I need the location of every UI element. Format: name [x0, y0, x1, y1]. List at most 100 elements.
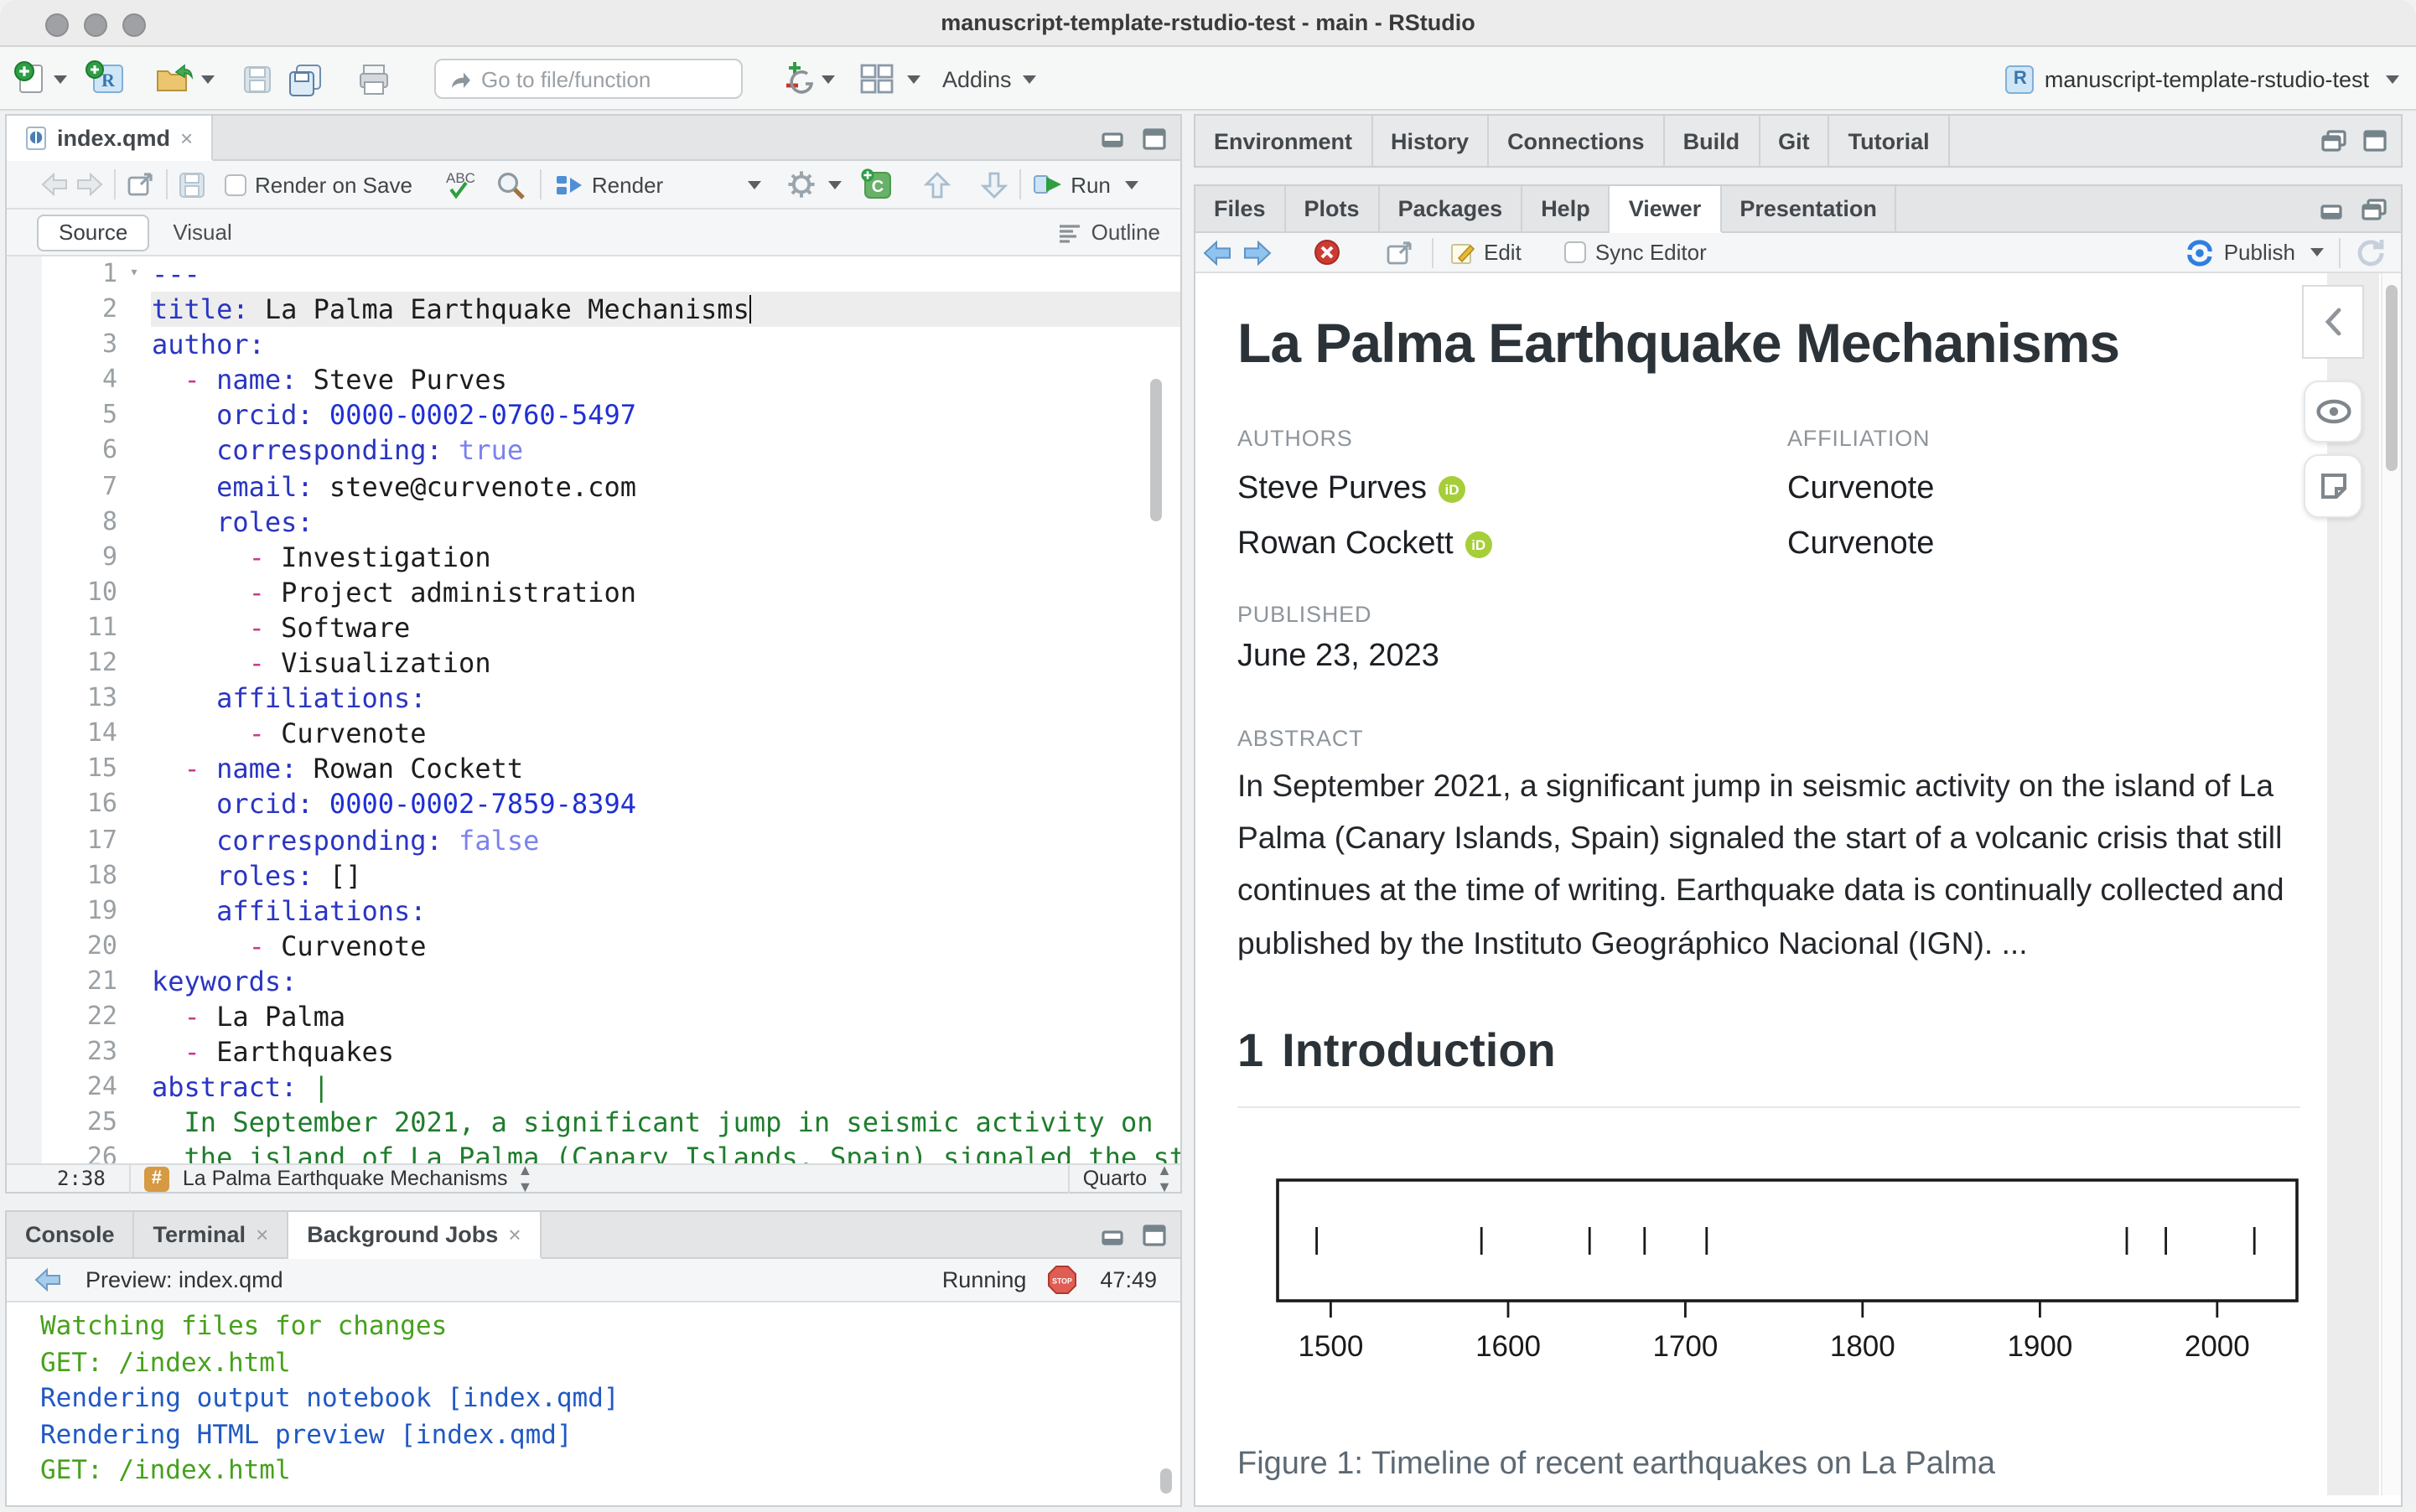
code-line[interactable]: 11 - Software	[7, 610, 1180, 645]
editor-scrollbar[interactable]	[1150, 379, 1162, 521]
new-file-menu-caret[interactable]	[54, 47, 67, 111]
project-menu[interactable]: R manuscript-template-rstudio-test	[2006, 47, 2399, 111]
run-previous-icon[interactable]	[923, 170, 950, 199]
stop-job-icon[interactable]: STOP	[1046, 1264, 1078, 1296]
minimize-pane-icon[interactable]	[1102, 127, 1127, 149]
code-editor[interactable]: 1▾---2title: La Palma Earthquake Mechani…	[7, 256, 1180, 1163]
code-line[interactable]: 2title: La Palma Earthquake Mechanisms	[7, 292, 1180, 327]
save-all-button[interactable]	[285, 47, 325, 111]
code-line[interactable]: 23 - Earthquakes	[7, 1034, 1180, 1069]
save-doc-icon[interactable]	[178, 170, 206, 199]
code-line[interactable]: 4 - name: Steve Purves	[7, 363, 1180, 398]
render-on-save-checkbox[interactable]	[225, 173, 246, 195]
restore-pane-icon[interactable]	[2361, 198, 2387, 221]
new-project-button[interactable]: R	[84, 47, 127, 111]
source-mode-button[interactable]: Source	[37, 214, 149, 251]
spellcheck-icon[interactable]: ABC	[443, 168, 480, 201]
restore-pane-icon[interactable]	[2320, 129, 2347, 153]
code-line[interactable]: 14 - Curvenote	[7, 716, 1180, 751]
maximize-pane-icon[interactable]	[2362, 129, 2387, 153]
tab-viewer[interactable]: Viewer	[1610, 186, 1722, 233]
back-icon[interactable]	[40, 173, 69, 196]
visual-mode-button[interactable]: Visual	[173, 220, 231, 245]
tab-console[interactable]: Console	[7, 1212, 135, 1257]
panes-layout-button[interactable]	[858, 47, 895, 111]
code-line[interactable]: 18 roles: []	[7, 857, 1180, 893]
publish-button[interactable]: Publish	[2185, 239, 2295, 266]
orcid-icon[interactable]: iD	[1465, 532, 1492, 559]
viewer-scrollbar-track[interactable]	[2381, 273, 2401, 1495]
run-button[interactable]: Run	[1032, 172, 1111, 197]
tab-build[interactable]: Build	[1665, 116, 1760, 166]
language-mode[interactable]: Quarto	[1083, 1167, 1147, 1190]
minimize-pane-icon[interactable]	[1102, 1225, 1127, 1246]
render-button[interactable]: Render	[555, 172, 663, 197]
print-button[interactable]	[355, 47, 392, 111]
version-control-caret[interactable]	[822, 47, 835, 111]
code-line[interactable]: 5 orcid: 0000-0002-0760-5497	[7, 398, 1180, 433]
code-line[interactable]: 25 In September 2021, a significant jump…	[7, 1106, 1180, 1141]
panes-layout-caret[interactable]	[907, 47, 920, 111]
code-line[interactable]: 26 the island of La Palma (Canary Island…	[7, 1141, 1180, 1163]
code-line[interactable]: 12 - Visualization	[7, 645, 1180, 681]
viewer-refresh-icon[interactable]	[2356, 237, 2386, 267]
goto-file-search[interactable]: Go to file/function	[434, 59, 743, 99]
render-on-save-toggle[interactable]: Render on Save	[225, 172, 412, 197]
close-terminal-icon[interactable]: ×	[256, 1222, 268, 1247]
new-file-button[interactable]	[13, 47, 45, 111]
viewer-popout-icon[interactable]	[1385, 239, 1415, 266]
sync-editor-checkbox[interactable]	[1565, 241, 1587, 263]
version-control-button[interactable]	[780, 47, 813, 111]
publish-caret[interactable]	[2310, 248, 2324, 256]
gear-caret[interactable]	[827, 180, 841, 189]
tab-background-jobs[interactable]: Background Jobs×	[288, 1212, 541, 1259]
tab-history[interactable]: History	[1372, 116, 1489, 166]
run-next-icon[interactable]	[980, 170, 1007, 199]
open-file-button[interactable]	[154, 47, 194, 111]
tab-terminal[interactable]: Terminal×	[135, 1212, 289, 1257]
jobs-output[interactable]: Watching files for changesGET: /index.ht…	[7, 1302, 1180, 1505]
maximize-pane-icon[interactable]	[1142, 1224, 1167, 1247]
viewer-scrollbar-thumb[interactable]	[2386, 285, 2398, 471]
code-line[interactable]: 10 - Project administration	[7, 575, 1180, 610]
sync-editor-toggle[interactable]: Sync Editor	[1565, 240, 1707, 265]
appearance-button[interactable]	[2304, 381, 2362, 443]
code-line[interactable]: 3author:	[7, 327, 1180, 362]
code-line[interactable]: 15 - name: Rowan Cockett	[7, 752, 1180, 787]
forward-icon[interactable]	[75, 173, 104, 196]
viewer-back-icon[interactable]	[1202, 239, 1232, 266]
mode-selector-arrows[interactable]: ▲▼	[1157, 1162, 1170, 1195]
find-replace-icon[interactable]	[495, 168, 526, 200]
insert-chunk-icon[interactable]: C	[859, 168, 893, 201]
jobs-back-icon[interactable]	[34, 1267, 62, 1292]
code-line[interactable]: 17 corresponding: false	[7, 822, 1180, 857]
code-line[interactable]: 21keywords:	[7, 964, 1180, 999]
tab-files[interactable]: Files	[1195, 186, 1286, 231]
tab-tutorial[interactable]: Tutorial	[1830, 116, 1950, 166]
notes-button[interactable]	[2304, 454, 2362, 518]
tab-index-qmd[interactable]: index.qmd ×	[7, 116, 213, 161]
tab-packages[interactable]: Packages	[1380, 186, 1523, 231]
code-line[interactable]: 22 - La Palma	[7, 999, 1180, 1034]
code-line[interactable]: 9 - Investigation	[7, 540, 1180, 575]
code-line[interactable]: 6 corresponding: true	[7, 433, 1180, 469]
code-line[interactable]: 20 - Curvenote	[7, 929, 1180, 964]
code-line[interactable]: 24abstract: |	[7, 1069, 1180, 1105]
code-line[interactable]: 13 affiliations:	[7, 681, 1180, 716]
tab-plots[interactable]: Plots	[1286, 186, 1380, 231]
save-button[interactable]	[241, 47, 273, 111]
outline-toggle[interactable]: Outline	[1058, 220, 1160, 245]
addins-menu[interactable]: Addins	[942, 47, 1037, 111]
viewer-stop-icon[interactable]	[1313, 238, 1341, 267]
show-in-new-window-icon[interactable]	[126, 171, 156, 198]
orcid-icon[interactable]: iD	[1439, 477, 1465, 504]
render-options-caret[interactable]	[747, 180, 760, 189]
run-caret[interactable]	[1126, 180, 1139, 189]
close-tab-icon[interactable]: ×	[180, 125, 193, 150]
code-line[interactable]: 19 affiliations:	[7, 893, 1180, 928]
maximize-pane-icon[interactable]	[1142, 127, 1167, 150]
close-jobs-icon[interactable]: ×	[508, 1222, 521, 1247]
tab-connections[interactable]: Connections	[1489, 116, 1665, 166]
status-section-label[interactable]: La Palma Earthquake Mechanisms	[183, 1167, 508, 1190]
toc-collapse-button[interactable]	[2302, 285, 2364, 359]
